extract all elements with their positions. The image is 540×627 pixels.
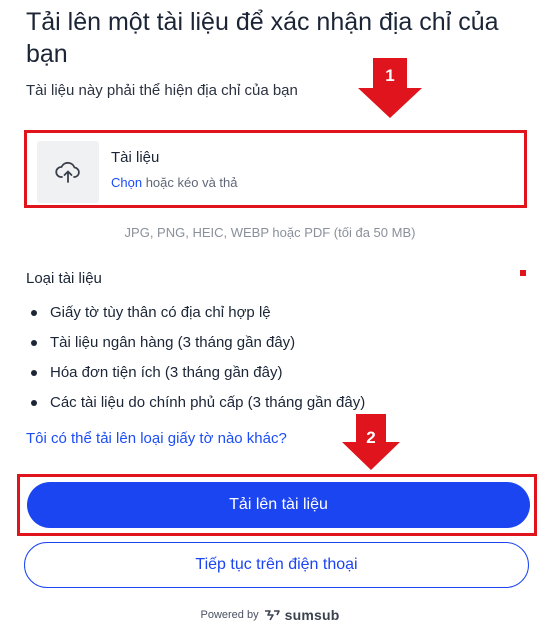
powered-by-footer: Powered by sumsub [0, 607, 540, 623]
upload-hint: Chọn hoặc kéo và thả [111, 175, 238, 190]
list-item: Các tài liệu do chính phủ cấp (3 tháng g… [26, 390, 365, 420]
upload-highlight-frame: Tài liệu Chọn hoặc kéo và thả [24, 130, 527, 208]
bullet-icon [31, 370, 37, 376]
accepted-formats: JPG, PNG, HEIC, WEBP hoặc PDF (tối đa 50… [124, 225, 416, 240]
sumsub-logo-icon [264, 610, 280, 621]
list-item: Giấy tờ tùy thân có địa chỉ hợp lệ [26, 300, 365, 330]
upload-title: Tài liệu [111, 149, 160, 166]
bullet-icon [31, 340, 37, 346]
annotation-label-1: 1 [385, 66, 395, 85]
page-subtitle: Tài liệu này phải thể hiện địa chỉ của b… [26, 82, 298, 99]
list-item: Hóa đơn tiện ích (3 tháng gần đây) [26, 360, 365, 390]
annotation-dot [520, 270, 526, 276]
page-title: Tải lên một tài liệu để xác nhận địa chỉ… [26, 8, 499, 68]
choose-file-link[interactable]: Chọn [111, 175, 142, 190]
upload-document-button[interactable]: Tải lên tài liệu [27, 482, 530, 528]
list-item: Tài liệu ngân hàng (3 tháng gần đây) [26, 330, 365, 360]
cloud-upload-icon [55, 161, 80, 183]
upload-button-highlight-frame: Tải lên tài liệu [17, 474, 537, 536]
continue-on-phone-button[interactable]: Tiếp tục trên điện thoại [24, 542, 529, 588]
bullet-icon [31, 310, 37, 316]
doc-types-title: Loại tài liệu [26, 270, 102, 287]
doc-types-list: Giấy tờ tùy thân có địa chỉ hợp lệ Tài l… [26, 300, 365, 420]
powered-by-label: Powered by [200, 609, 259, 621]
upload-dropzone-icon[interactable] [37, 141, 99, 203]
bullet-icon [31, 400, 37, 406]
drag-drop-hint: hoặc kéo và thả [145, 175, 238, 190]
sumsub-brand: sumsub [284, 607, 340, 623]
other-documents-link[interactable]: Tôi có thể tải lên loại giấy tờ nào khác… [26, 430, 287, 447]
annotation-label-2: 2 [366, 428, 376, 447]
